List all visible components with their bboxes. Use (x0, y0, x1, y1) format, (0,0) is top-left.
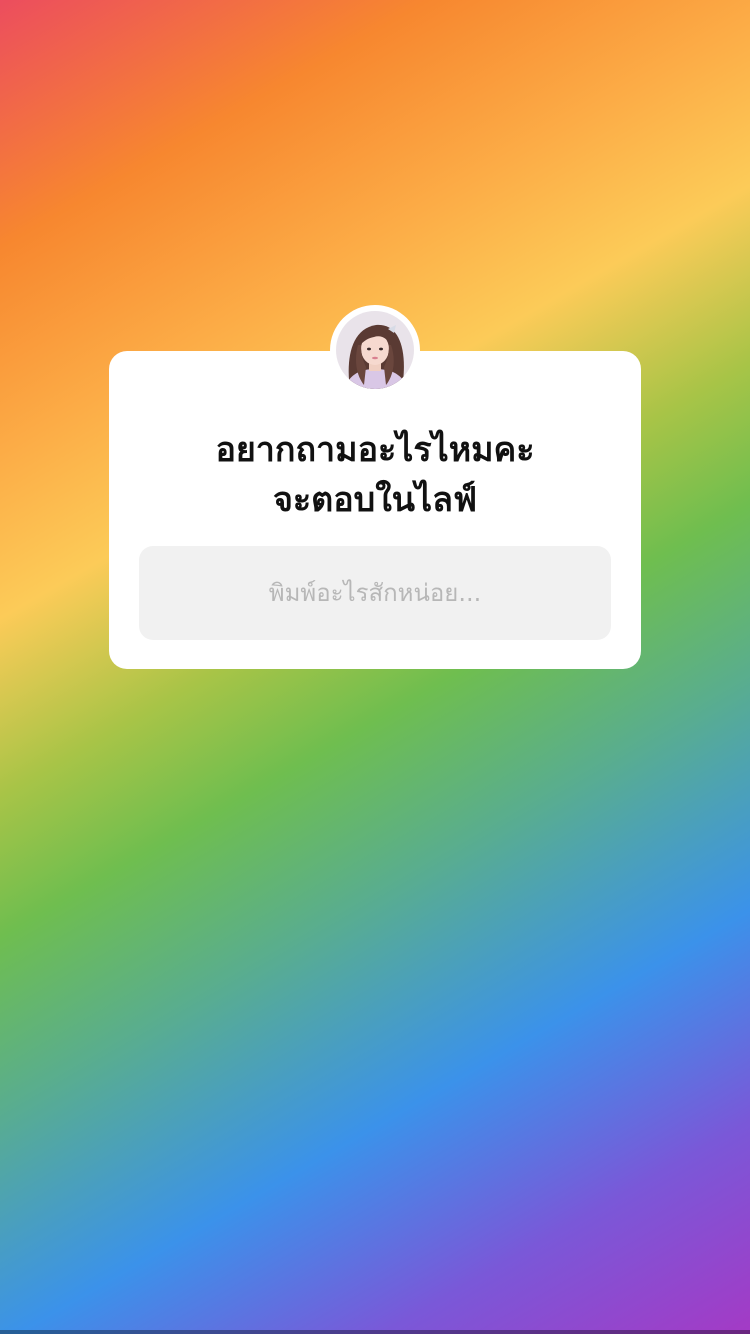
profile-avatar[interactable] (336, 311, 414, 389)
question-prompt: อยากถามอะไรไหมคะ จะตอบในไลฟ์ (109, 425, 641, 525)
answer-input[interactable] (139, 546, 611, 640)
avatar-photo (336, 311, 414, 389)
avatar-ring (330, 305, 420, 395)
bottom-edge-divider (0, 1330, 750, 1334)
question-sticker[interactable]: อยากถามอะไรไหมคะ จะตอบในไลฟ์ (109, 351, 641, 669)
question-line-2: จะตอบในไลฟ์ (272, 480, 478, 520)
question-line-1: อยากถามอะไรไหมคะ (215, 430, 535, 470)
